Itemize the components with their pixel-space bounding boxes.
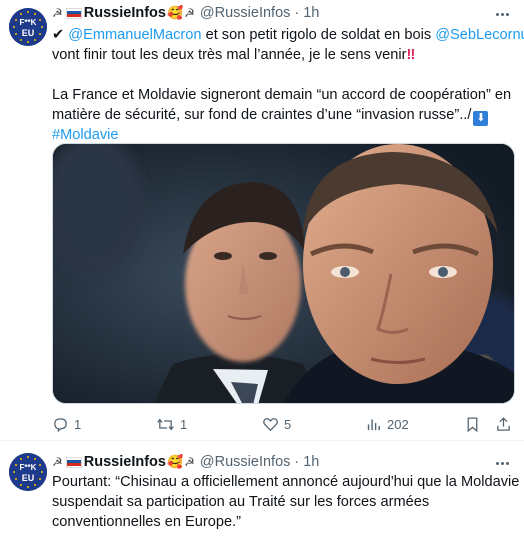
share-icon xyxy=(497,416,510,431)
user-handle[interactable]: @RussieInfos xyxy=(200,5,290,21)
tweet-header: ☭ RussieInfos 🥰 ☭ @RussieInfos · 1h xyxy=(52,452,319,472)
reply-button[interactable]: 1 xyxy=(52,414,81,434)
tweet[interactable]: F**K EU ☭ RussieInfos 🥰 ☭ @RussieInfos ·… xyxy=(0,441,524,541)
bookmark-button[interactable] xyxy=(464,414,486,434)
share-button[interactable] xyxy=(495,414,517,434)
down-arrow-icon: ⬇ xyxy=(473,111,489,126)
tweet-header: ☭ RussieInfos 🥰 ☭ @RussieInfos · 1h xyxy=(52,3,319,23)
hammer-sickle-icon: ☭ xyxy=(52,455,63,469)
tweet-actions: 1 1 5 202 xyxy=(52,414,514,434)
check-icon: ✔ xyxy=(52,27,65,43)
smiling-face-icon: 🥰 xyxy=(166,5,184,20)
hammer-sickle-icon: ☭ xyxy=(184,6,195,20)
tweet[interactable]: F**K EU ☭ RussieInfos 🥰 ☭ @RussieInfos ·… xyxy=(0,0,524,441)
like-button[interactable]: 5 xyxy=(262,414,291,434)
smiling-face-icon: 🥰 xyxy=(166,454,184,469)
tweet-text-line: #Moldavie xyxy=(52,125,514,145)
bookmark-icon xyxy=(467,416,478,432)
repost-count: 1 xyxy=(180,416,188,432)
views-button[interactable]: 202 xyxy=(365,414,409,434)
tweet-text-line: conventionnelles en Europe.” xyxy=(52,514,242,530)
more-icon[interactable] xyxy=(492,4,512,24)
reply-count: 1 xyxy=(74,416,82,432)
tweet-text: ✔ @EmmanuelMacron et son petit rigolo de… xyxy=(52,25,524,145)
tweet-text: Pourtant: “Chisinau a officiellement ann… xyxy=(52,472,520,532)
avatar-text-bottom: EU xyxy=(22,473,35,483)
tweet-text-line: La France et Moldavie signeront demain “… xyxy=(52,87,512,103)
russia-flag-icon xyxy=(65,7,82,19)
avatar-text-bottom: EU xyxy=(22,28,35,38)
mention-link[interactable]: @SebLecornu xyxy=(435,27,524,43)
timestamp[interactable]: 1h xyxy=(303,5,319,21)
hammer-sickle-icon: ☭ xyxy=(52,6,63,20)
display-name[interactable]: RussieInfos xyxy=(84,454,166,470)
timestamp[interactable]: 1h xyxy=(303,454,319,470)
hashtag-link[interactable]: #Moldavie xyxy=(52,127,119,143)
tweet-text-line: matière de sécurité, sur fond de crainte… xyxy=(52,105,514,126)
like-count: 5 xyxy=(284,416,292,432)
tweet-text-segment: matière de sécurité, sur fond de crainte… xyxy=(52,107,472,123)
repost-button[interactable]: 1 xyxy=(156,414,187,434)
user-handle[interactable]: @RussieInfos xyxy=(200,454,290,470)
repost-icon xyxy=(157,417,174,431)
tweet-text-line: Pourtant: “Chisinau a officiellement ann… xyxy=(52,474,520,490)
avatar-text-top: F**K xyxy=(20,18,37,27)
separator-dot: · xyxy=(294,454,300,470)
tweet-text-segment: et son petit rigolo de soldat en bois xyxy=(201,27,436,43)
avatar[interactable]: F**K EU xyxy=(9,8,47,46)
tweet-text-line: suspendait sa participation au Traité su… xyxy=(52,494,430,510)
display-name[interactable]: RussieInfos xyxy=(84,5,166,21)
tweet-text-line: vont finir tout les deux très mal l’anné… xyxy=(52,45,514,65)
avatar-text-top: F**K xyxy=(20,463,37,472)
hammer-sickle-icon: ☭ xyxy=(184,455,195,469)
views-icon xyxy=(367,419,380,430)
tweet-photo[interactable] xyxy=(52,143,515,404)
double-exclamation-icon: ‼ xyxy=(406,47,416,63)
russia-flag-icon xyxy=(65,456,82,468)
separator-dot: · xyxy=(294,5,300,21)
tweet-text-line: ✔ @EmmanuelMacron et son petit rigolo de… xyxy=(52,25,524,45)
tweet-text-segment: vont finir tout les deux très mal l’anné… xyxy=(52,47,407,63)
reply-icon xyxy=(54,417,67,432)
avatar[interactable]: F**K EU xyxy=(9,453,47,491)
mention-link[interactable]: @EmmanuelMacron xyxy=(68,27,201,43)
more-icon[interactable] xyxy=(492,453,512,473)
views-count: 202 xyxy=(387,416,409,432)
like-icon xyxy=(263,417,278,431)
photo-image xyxy=(53,144,514,403)
